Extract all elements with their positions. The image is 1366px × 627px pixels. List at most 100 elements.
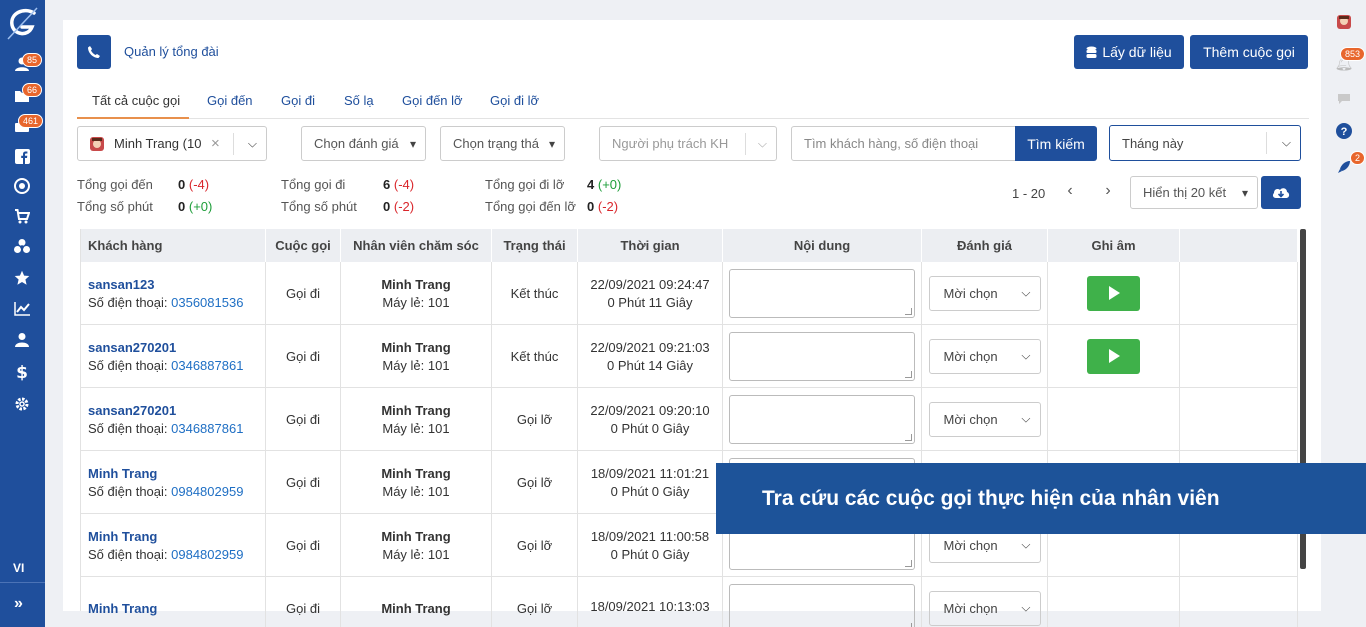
add-call-button[interactable]: Thêm cuộc gọi <box>1190 35 1308 69</box>
rating-select[interactable]: Mời chọn ⌵ <box>928 275 1041 311</box>
extension-number: 101 <box>427 294 450 310</box>
facebook-icon[interactable] <box>12 146 32 166</box>
note-textarea[interactable] <box>729 268 915 318</box>
stat-label: Tổng gọi đi lỡ <box>485 177 565 192</box>
phone-label: Số điện thoại: <box>88 294 168 310</box>
customer-phone: Số điện thoại: 0984802959 <box>88 484 265 499</box>
customer-name-link[interactable]: sansan270201 <box>88 340 265 355</box>
customer-phone: Số điện thoại: 0984802959 <box>88 547 265 562</box>
users-icon[interactable] <box>12 330 32 350</box>
chat-icon[interactable] <box>1334 89 1354 109</box>
star-icon[interactable] <box>12 268 32 288</box>
column-header[interactable]: Khách hàng <box>81 229 266 262</box>
rating-select[interactable]: Mời chọn ⌵ <box>928 338 1041 374</box>
chevron-down-icon: ⌵ <box>757 136 767 150</box>
status-filter-select[interactable]: Chọn trạng thá ▾ <box>440 126 565 161</box>
phone-label: Số điện thoại: <box>88 546 168 562</box>
call-type-cell: Gọi đi <box>266 577 341 627</box>
phone-number-link[interactable]: 0984802959 <box>171 547 243 562</box>
phone-number-link[interactable]: 0346887861 <box>171 358 243 373</box>
call-datetime: 22/09/2021 09:21:03 <box>590 339 710 355</box>
tab-missed-outgoing[interactable]: Gọi đi lỡ <box>490 93 539 108</box>
rating-filter-select[interactable]: Chọn đánh giá ▾ <box>301 126 426 161</box>
staff-cell: Minh Trang <box>341 577 492 627</box>
tab-incoming[interactable]: Gọi đến <box>207 93 253 108</box>
note-textarea[interactable] <box>729 394 915 444</box>
table-row[interactable]: sansan123 Số điện thoại: 0356081536 Gọi đi… <box>81 262 1298 325</box>
active-tab-indicator <box>77 117 189 119</box>
staff-filter-select[interactable]: Minh Trang (10 × ⌵ <box>77 126 267 161</box>
play-recording-button[interactable] <box>1087 338 1140 374</box>
play-recording-button[interactable] <box>1087 275 1140 311</box>
table-row[interactable]: Minh Trang Gọi đi Minh Trang Gọi lỡ 18/09/20… <box>81 577 1298 627</box>
staff-name: Minh Trang <box>381 339 451 355</box>
stat-delta: (+0) <box>188 199 213 214</box>
staff-name: Minh Trang <box>381 600 451 616</box>
tab-outgoing[interactable]: Gọi đi <box>281 93 315 108</box>
staff-extension: Máy lẻ: 101 <box>382 421 449 436</box>
status-cell: Kết thúc <box>492 262 578 324</box>
column-header[interactable]: Cuộc gọi <box>266 229 341 262</box>
table-row[interactable]: sansan270201 Số điện thoại: 0346887861 Gọi… <box>81 325 1298 388</box>
notification-badge: 853 <box>1340 47 1366 61</box>
customer-name-link[interactable]: sansan270201 <box>88 403 265 418</box>
app-logo[interactable] <box>4 5 42 43</box>
tab-unknown-numbers[interactable]: Số lạ <box>344 93 374 108</box>
extension-number: 101 <box>427 420 450 436</box>
customer-name-link[interactable]: Minh Trang <box>88 529 265 544</box>
chart-icon[interactable] <box>12 298 32 318</box>
customer-name-link[interactable]: Minh Trang <box>88 466 265 481</box>
prev-page-icon[interactable]: ‹ <box>1060 182 1080 204</box>
cart-icon[interactable] <box>12 206 32 226</box>
column-header[interactable]: Nhân viên chăm sóc <box>341 229 492 262</box>
play-icon <box>1108 286 1120 300</box>
next-page-icon[interactable]: › <box>1098 182 1118 204</box>
phone-button[interactable] <box>77 35 111 69</box>
search-button[interactable]: Tìm kiếm <box>1015 126 1097 161</box>
language-switch[interactable]: VI <box>13 561 24 575</box>
download-button[interactable] <box>1261 176 1301 209</box>
recording-cell <box>1048 388 1180 450</box>
period-filter-select[interactable]: Tháng này ⌵ <box>1109 125 1301 161</box>
phone-number-link[interactable]: 0346887861 <box>171 421 243 436</box>
column-header[interactable]: Trạng thái <box>492 229 578 262</box>
tab-missed-incoming[interactable]: Gọi đến lỡ <box>402 93 463 108</box>
status-cell: Gọi lỡ <box>492 388 578 450</box>
owner-filter-select[interactable]: Người phụ trách KH ⌵ <box>599 126 777 161</box>
clear-icon[interactable]: × <box>211 135 220 152</box>
add-call-label: Thêm cuộc gọi <box>1203 44 1295 60</box>
column-header[interactable]: Nội dung <box>723 229 922 262</box>
note-textarea[interactable] <box>729 331 915 381</box>
chevron-down-icon: ⌵ <box>1021 411 1031 426</box>
search-button-label: Tìm kiếm <box>1027 135 1085 152</box>
help-icon[interactable]: ? <box>1334 121 1354 141</box>
phone-number-link[interactable]: 0356081536 <box>171 295 243 310</box>
extension-label: Máy lẻ: <box>382 546 425 562</box>
table-row[interactable]: sansan270201 Số điện thoại: 0346887861 Gọi… <box>81 388 1298 451</box>
staff-extension: Máy lẻ: 101 <box>382 295 449 310</box>
database-icon <box>1086 46 1097 58</box>
rating-select-value: Mời chọn <box>943 348 998 364</box>
expand-sidebar-icon[interactable]: » <box>14 595 23 613</box>
dollar-icon[interactable]: $ <box>12 362 32 382</box>
search-input[interactable]: Tìm khách hàng, số điện thoại <box>791 126 1017 161</box>
page-size-select[interactable]: Hiển thị 20 kết ▾ <box>1130 176 1258 209</box>
gear-icon[interactable] <box>12 394 32 414</box>
rating-select[interactable]: Mời chọn ⌵ <box>928 590 1041 626</box>
stat-number: 0 <box>178 199 186 214</box>
phone-number-link[interactable]: 0984802959 <box>171 484 243 499</box>
user-avatar[interactable] <box>1334 12 1354 32</box>
biohazard-icon[interactable] <box>12 236 32 256</box>
column-header[interactable]: Thời gian <box>578 229 723 262</box>
tab-all-calls[interactable]: Tất cả cuộc gọi <box>92 93 180 108</box>
target-icon[interactable] <box>12 176 32 196</box>
fetch-data-button[interactable]: Lấy dữ liệu <box>1074 35 1184 69</box>
rating-select[interactable]: Mời chọn ⌵ <box>928 401 1041 437</box>
column-header[interactable]: Đánh giá <box>922 229 1048 262</box>
customer-name-link[interactable]: Minh Trang <box>88 601 265 616</box>
note-textarea[interactable] <box>729 583 915 627</box>
column-header[interactable]: Ghi âm <box>1048 229 1180 262</box>
call-datetime: 18/09/2021 11:00:58 <box>590 528 710 544</box>
customer-name-link[interactable]: sansan123 <box>88 277 265 292</box>
time-cell: 18/09/2021 11:00:58 0 Phút 0 Giây <box>578 514 723 576</box>
